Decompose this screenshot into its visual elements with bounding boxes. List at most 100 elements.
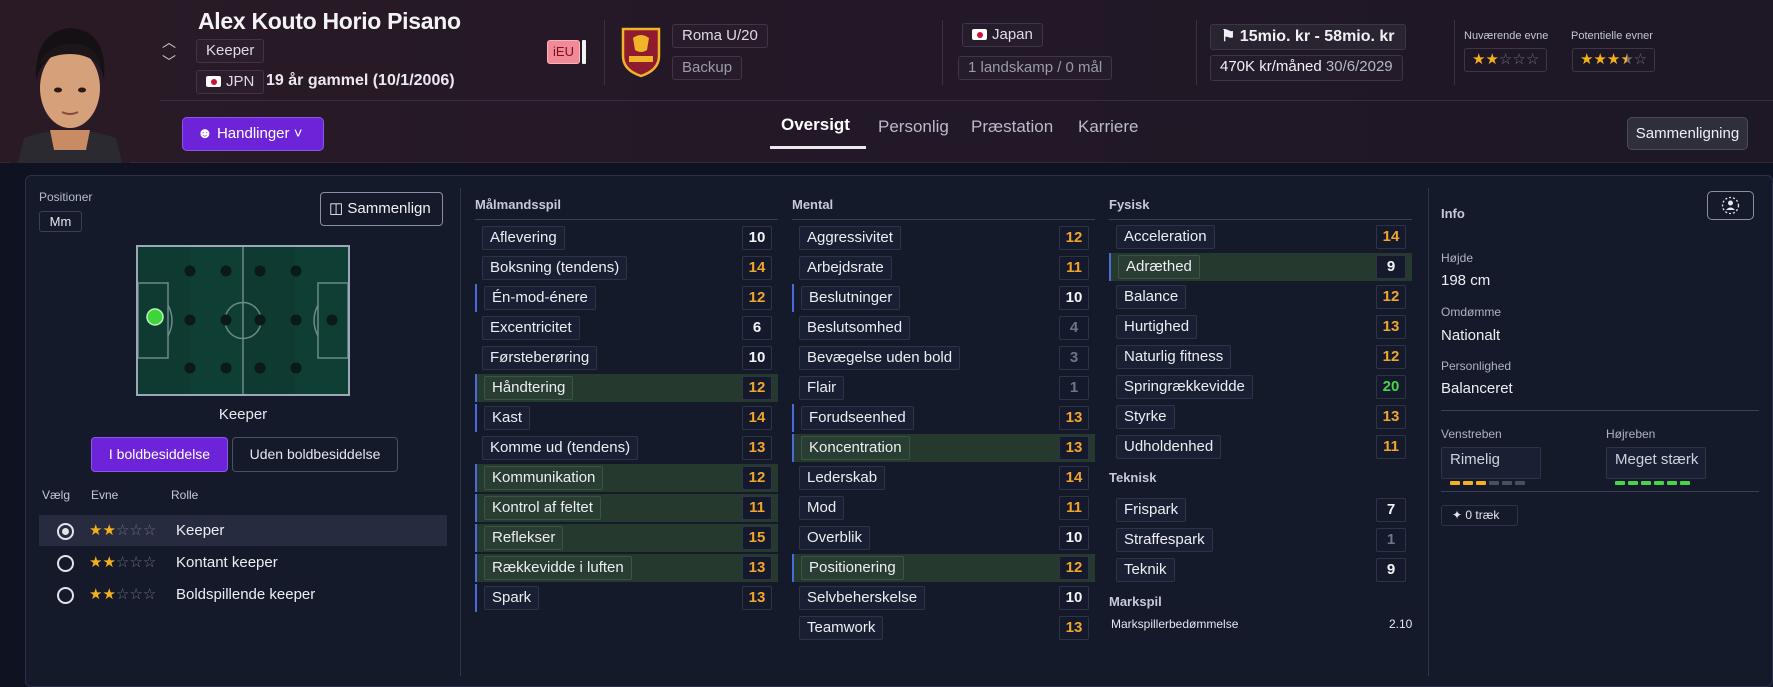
- attribute-row[interactable]: Koncentration 13: [792, 434, 1095, 462]
- attribute-name: Kontrol af feltet: [484, 496, 601, 520]
- role-ability-stars: ★★☆☆☆: [89, 586, 157, 603]
- club-team-chip[interactable]: Roma U/20: [672, 24, 768, 48]
- attribute-row[interactable]: Straffespark 1: [1109, 526, 1412, 554]
- attribute-name: Rækkevidde i luften: [484, 556, 632, 580]
- attribute-row[interactable]: Teknik 9: [1109, 556, 1412, 584]
- attribute-row[interactable]: Kast 14: [475, 404, 778, 432]
- active-tab-indicator: [770, 146, 866, 149]
- attribute-row[interactable]: Teamwork 13: [792, 614, 1095, 642]
- role-row[interactable]: ★★☆☆☆ Keeper: [39, 515, 447, 546]
- attribute-row[interactable]: Én-mod-énere 12: [475, 284, 778, 312]
- attribute-row[interactable]: Udholdenhed 11: [1109, 433, 1412, 461]
- traits-chip[interactable]: ✦ 0 træk: [1441, 505, 1518, 526]
- nationality-chip[interactable]: Japan: [962, 23, 1043, 47]
- attribute-row[interactable]: Mod 11: [792, 494, 1095, 522]
- attribute-value: 10: [742, 346, 772, 370]
- attribute-row[interactable]: Hurtighed 13: [1109, 313, 1412, 341]
- tab-praestation[interactable]: Præstation: [971, 117, 1053, 137]
- attribute-value: 9: [1376, 255, 1406, 279]
- attribute-row[interactable]: Rækkevidde i luften 13: [475, 554, 778, 582]
- attribute-name: Spark: [484, 586, 540, 610]
- header-divider: [942, 20, 943, 85]
- attribute-name: Én-mod-énere: [484, 286, 596, 310]
- pitch-position-label: Keeper: [218, 406, 268, 423]
- previous-player-icon[interactable]: ︿: [160, 32, 178, 52]
- attribute-row[interactable]: Arbejdsrate 11: [792, 254, 1095, 282]
- attribute-value: 12: [742, 376, 772, 400]
- attribute-row[interactable]: Førsteberøring 10: [475, 344, 778, 372]
- attribute-value: 13: [1059, 436, 1089, 460]
- left-foot-bar: [1450, 472, 1528, 485]
- in-possession-toggle[interactable]: I boldbesiddelse: [91, 437, 228, 472]
- attribute-row[interactable]: Spark 13: [475, 584, 778, 612]
- attribute-value: 13: [742, 556, 772, 580]
- attribute-row[interactable]: Selvbeherskelse 10: [792, 584, 1095, 612]
- attribute-value: 10: [1059, 586, 1089, 610]
- attribute-row[interactable]: Flair 1: [792, 374, 1095, 402]
- tab-personlig[interactable]: Personlig: [878, 117, 949, 137]
- nation-chip: JPN: [196, 70, 265, 94]
- attribute-row[interactable]: Bevægelse uden bold 3: [792, 344, 1095, 372]
- attribute-value: 3: [1059, 346, 1089, 370]
- role-row[interactable]: ★★☆☆☆ Boldspillende keeper: [39, 579, 447, 610]
- attribute-row[interactable]: Komme ud (tendens) 13: [475, 434, 778, 462]
- out-of-possession-toggle[interactable]: Uden boldbesiddelse: [232, 437, 398, 472]
- personality-icon[interactable]: [1707, 191, 1754, 220]
- actions-button[interactable]: ☻ Handlinger ˅: [182, 117, 324, 151]
- attribute-row[interactable]: Balance 12: [1109, 283, 1412, 311]
- next-player-icon[interactable]: ﹀: [160, 52, 178, 72]
- attribute-row[interactable]: Excentricitet 6: [475, 314, 778, 342]
- reputation-value: Nationalt: [1441, 327, 1501, 344]
- attribute-row[interactable]: Boksning (tendens) 14: [475, 254, 778, 282]
- attribute-row[interactable]: Naturlig fitness 12: [1109, 343, 1412, 371]
- attribute-value: 15: [742, 526, 772, 550]
- eu-status-bar: [582, 40, 586, 64]
- attribute-row[interactable]: Reflekser 15: [475, 524, 778, 552]
- role-row[interactable]: ★★☆☆☆ Kontant keeper: [39, 547, 447, 578]
- attribute-row[interactable]: Positionering 12: [792, 554, 1095, 582]
- mental-title: Mental: [792, 197, 834, 212]
- role-name: Kontant keeper: [176, 554, 278, 571]
- attribute-value: 4: [1059, 316, 1089, 340]
- attribute-value: 12: [742, 286, 772, 310]
- compare-button[interactable]: Sammenligning: [1627, 117, 1748, 150]
- attribute-row[interactable]: Beslutsomhed 4: [792, 314, 1095, 342]
- attribute-row[interactable]: Frispark 7: [1109, 496, 1412, 524]
- attribute-row[interactable]: Aggressivitet 12: [792, 224, 1095, 252]
- tab-karriere[interactable]: Karriere: [1078, 117, 1138, 137]
- left-foot-rating: Rimelig: [1441, 447, 1541, 485]
- attribute-row[interactable]: Beslutninger 10: [792, 284, 1095, 312]
- attribute-row[interactable]: Kontrol af feltet 11: [475, 494, 778, 522]
- japan-flag-icon: [972, 29, 987, 40]
- player-age: 19 år gammel (10/1/2006): [266, 72, 455, 89]
- attribute-row[interactable]: Acceleration 14: [1109, 223, 1412, 251]
- attribute-row[interactable]: Lederskab 14: [792, 464, 1095, 492]
- attribute-row[interactable]: Overblik 10: [792, 524, 1095, 552]
- contract-expiry: 30/6/2029: [1325, 58, 1393, 75]
- attribute-value: 12: [1059, 556, 1089, 580]
- attribute-name: Styrke: [1116, 405, 1175, 429]
- attribute-name: Excentricitet: [482, 316, 580, 340]
- positions-compare-button[interactable]: ◫ Sammenlign: [320, 192, 443, 226]
- attribute-row[interactable]: Springrækkevidde 20: [1109, 373, 1412, 401]
- attribute-value: 7: [1376, 498, 1406, 522]
- attribute-row[interactable]: Kommunikation 12: [475, 464, 778, 492]
- right-foot-bar: [1615, 472, 1693, 485]
- tab-oversigt[interactable]: Oversigt: [781, 115, 850, 135]
- attribute-name: Komme ud (tendens): [482, 436, 639, 460]
- attribute-row[interactable]: Styrke 13: [1109, 403, 1412, 431]
- role-ability-stars: ★★☆☆☆: [89, 522, 157, 539]
- attribute-row[interactable]: Adræthed 9: [1109, 253, 1412, 281]
- attribute-row[interactable]: Aflevering 10: [475, 224, 778, 252]
- column-divider: [460, 188, 461, 676]
- attribute-name: Springrækkevidde: [1116, 375, 1253, 399]
- attribute-name: Frispark: [1116, 498, 1187, 522]
- club-crest-icon[interactable]: [620, 26, 662, 78]
- role-radio[interactable]: [57, 523, 74, 540]
- role-radio[interactable]: [57, 587, 74, 604]
- attribute-row[interactable]: Forudseenhed 13: [792, 404, 1095, 432]
- role-radio[interactable]: [57, 555, 74, 572]
- attribute-name: Acceleration: [1116, 225, 1215, 249]
- attribute-value: 20: [1376, 375, 1406, 399]
- attribute-row[interactable]: Håndtering 12: [475, 374, 778, 402]
